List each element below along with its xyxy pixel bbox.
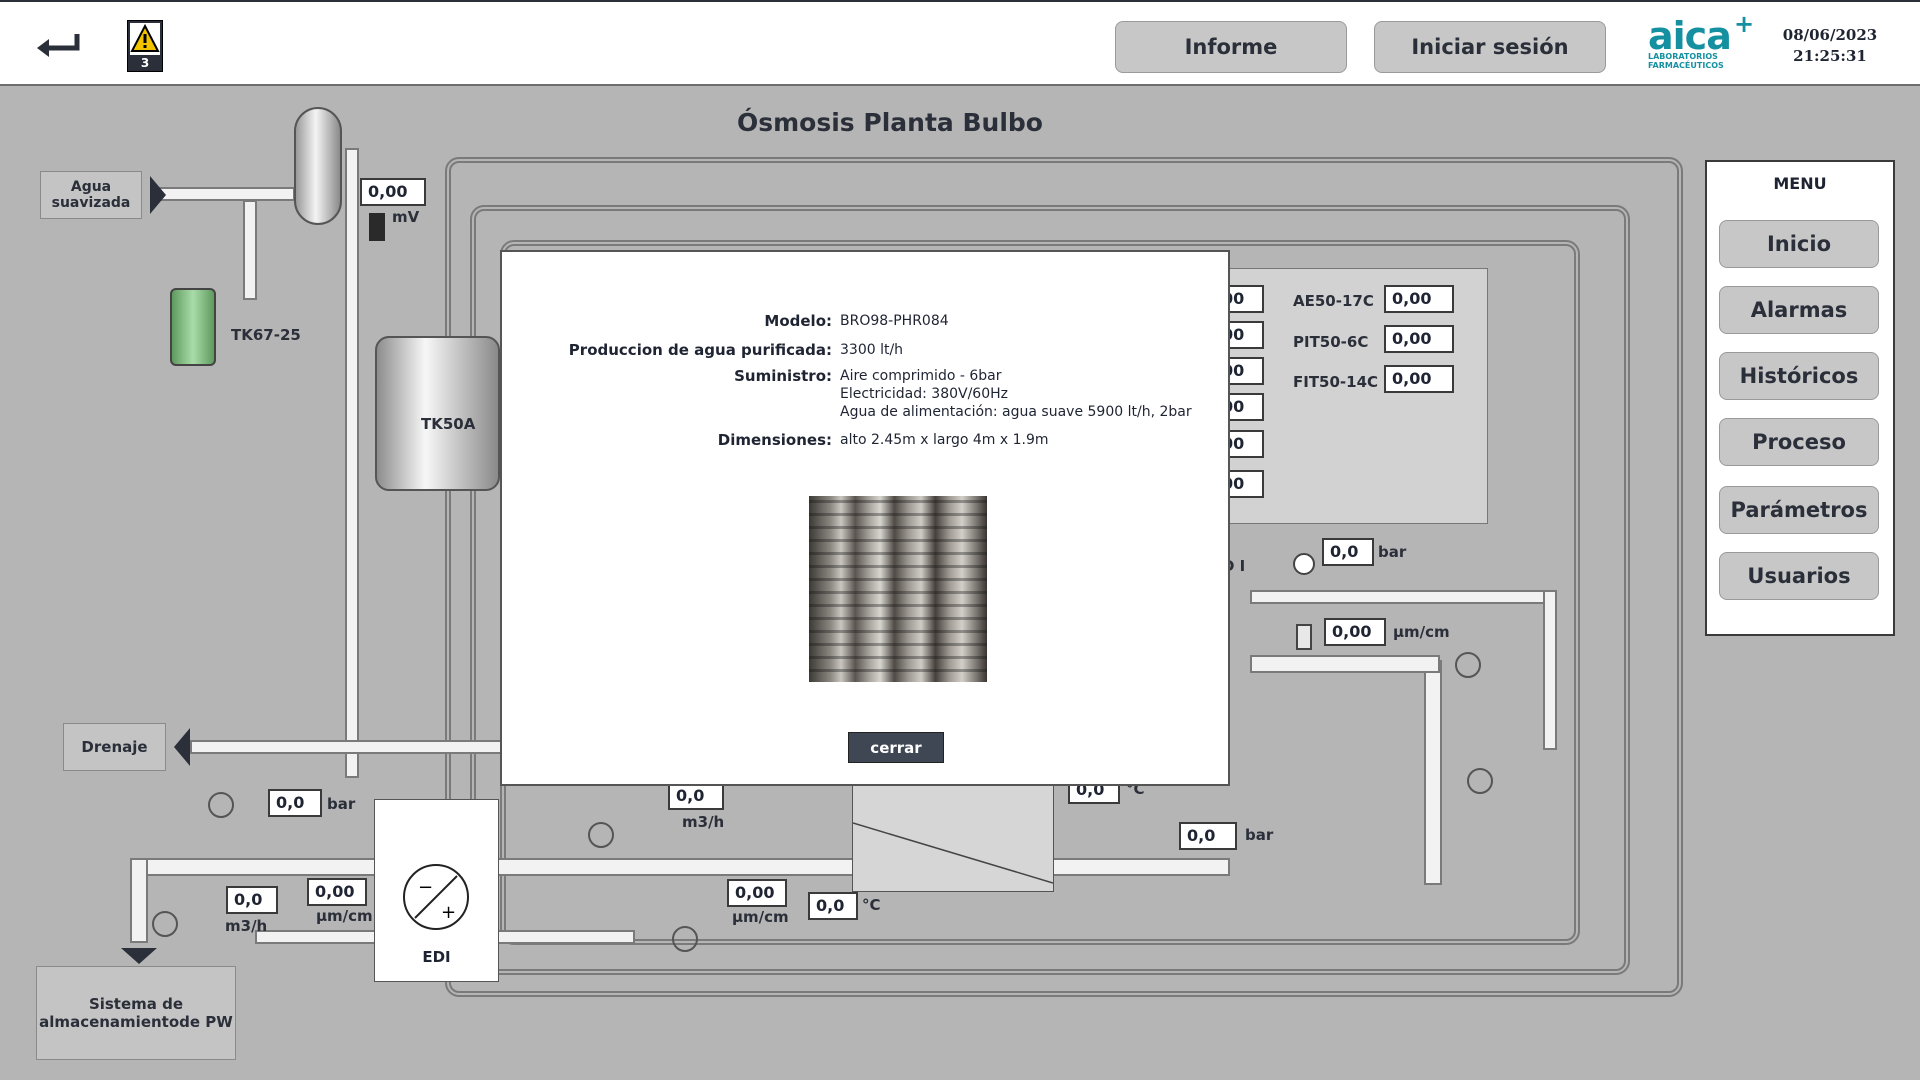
side-menu: MENU Inicio Alarmas Históricos Proceso P… bbox=[1705, 160, 1895, 636]
right-cond-value: 0,00 bbox=[1324, 618, 1386, 646]
pipe-right-drop bbox=[1543, 590, 1557, 750]
pipe-soft-water bbox=[150, 187, 295, 201]
back-arrow-icon[interactable] bbox=[35, 30, 81, 60]
tk67-label: TK67-25 bbox=[231, 326, 301, 344]
tk50a-label: TK50A bbox=[421, 415, 476, 433]
bottom-bar-value-2: 0,0 bbox=[1179, 822, 1237, 850]
mid-flow-value: 0,0 bbox=[668, 782, 724, 810]
storage-arrow-icon bbox=[121, 948, 157, 964]
membrane-unit bbox=[852, 782, 1054, 892]
soft-water-box: Agua suavizada bbox=[40, 171, 142, 219]
mv-unit: mV bbox=[392, 208, 420, 226]
mid-cond-value: 0,00 bbox=[727, 879, 787, 907]
valve-indicator bbox=[152, 911, 178, 937]
storage-box: Sistema de almacenamientode PW bbox=[36, 966, 236, 1060]
model-value: BRO98-PHR084 bbox=[840, 313, 949, 329]
drain-box: Drenaje bbox=[63, 723, 166, 771]
right-bar-unit: bar bbox=[1378, 543, 1407, 561]
pipe-drain bbox=[190, 740, 510, 754]
supply-values: Aire comprimido - 6bar Electricidad: 380… bbox=[840, 368, 1192, 420]
menu-title: MENU bbox=[1773, 174, 1827, 193]
mv-value: 0,00 bbox=[360, 178, 426, 206]
cond-sensor-icon bbox=[1296, 624, 1312, 650]
close-button[interactable]: cerrar bbox=[848, 732, 944, 763]
bottom-cond-value-1: 0,00 bbox=[307, 878, 367, 906]
menu-item-alarmas[interactable]: Alarmas bbox=[1719, 286, 1879, 334]
mid-flow-unit: m3/h bbox=[682, 813, 725, 831]
edi-label: EDI bbox=[422, 948, 451, 966]
menu-item-inicio[interactable]: Inicio bbox=[1719, 220, 1879, 268]
dimensions-label: Dimensiones: bbox=[717, 431, 832, 449]
bottom-bar-value-1: 0,0 bbox=[268, 789, 322, 817]
info-dialog: Modelo: BRO98-PHR084 Produccion de agua … bbox=[500, 250, 1230, 786]
right-cond-unit: µm/cm bbox=[1393, 623, 1450, 641]
fit-value: 0,00 bbox=[1384, 365, 1454, 393]
equipment-photo bbox=[809, 496, 987, 682]
pipe-storage-drop bbox=[130, 858, 148, 943]
dimensions-value: alto 2.45m x largo 4m x 1.9m bbox=[840, 432, 1049, 448]
menu-item-usuarios[interactable]: Usuarios bbox=[1719, 552, 1879, 600]
supply-label: Suministro: bbox=[734, 367, 832, 385]
pipe-right-mid bbox=[1250, 655, 1440, 673]
report-button[interactable]: Informe bbox=[1115, 21, 1347, 73]
pit-tag: PIT50-6C bbox=[1293, 333, 1369, 351]
svg-text:+: + bbox=[441, 902, 456, 923]
vessel-top bbox=[294, 107, 342, 225]
svg-text:−: − bbox=[418, 877, 433, 898]
logo-plus-icon: + bbox=[1734, 10, 1755, 38]
ae-value: 0,00 bbox=[1384, 285, 1454, 313]
valve-indicator bbox=[1455, 652, 1481, 678]
date: 08/06/2023 bbox=[1782, 26, 1878, 44]
bottom-flow-unit-1: m3/h bbox=[225, 917, 268, 935]
tk67-tank bbox=[170, 288, 216, 366]
logo-subtitle: LABORATORIOS FARMACÉUTICOS bbox=[1648, 52, 1724, 70]
bottom-cond-unit-1: µm/cm bbox=[316, 907, 373, 925]
pit-value: 0,00 bbox=[1384, 325, 1454, 353]
valve-indicator bbox=[208, 792, 234, 818]
menu-item-parametros[interactable]: Parámetros bbox=[1719, 486, 1879, 534]
production-value: 3300 lt/h bbox=[840, 342, 904, 358]
page-title: Ósmosis Planta Bulbo bbox=[737, 108, 1043, 137]
menu-item-proceso[interactable]: Proceso bbox=[1719, 418, 1879, 466]
pipe-bottom-main bbox=[130, 858, 1230, 876]
ae-tag: AE50-17C bbox=[1293, 292, 1374, 310]
pipe-right-top bbox=[1250, 590, 1550, 604]
valve-indicator bbox=[1467, 768, 1493, 794]
drain-arrow-icon bbox=[174, 728, 190, 766]
edi-unit: − + EDI bbox=[374, 799, 499, 982]
header-bar: 3 Informe Iniciar sesión aica + LABORATO… bbox=[0, 0, 1920, 86]
datetime: 08/06/2023 21:25:31 bbox=[1760, 25, 1900, 67]
edi-symbol-icon: − + bbox=[403, 864, 469, 930]
alarm-count: 3 bbox=[140, 56, 150, 70]
time: 21:25:31 bbox=[1793, 47, 1867, 65]
temp-value-1: 0,0 bbox=[808, 892, 858, 920]
pipe-vertical-left bbox=[345, 148, 359, 778]
right-bar-value: 0,0 bbox=[1322, 538, 1374, 566]
soft-water-arrow-icon bbox=[150, 176, 166, 214]
bottom-bar-unit-1: bar bbox=[327, 795, 356, 813]
sensor-icon bbox=[369, 213, 385, 241]
pipe-right-vertical bbox=[1424, 660, 1442, 885]
mid-cond-unit: µm/cm bbox=[732, 908, 789, 926]
alarm-warning-icon[interactable]: 3 bbox=[127, 20, 163, 72]
tk50a-tank bbox=[375, 336, 500, 491]
menu-item-historicos[interactable]: Históricos bbox=[1719, 352, 1879, 400]
temp-unit-1: °C bbox=[862, 896, 881, 914]
login-button[interactable]: Iniciar sesión bbox=[1374, 21, 1606, 73]
fit-tag: FIT50-14C bbox=[1293, 373, 1379, 391]
pipe-tk67 bbox=[243, 200, 257, 300]
production-label: Produccion de agua purificada: bbox=[568, 341, 832, 359]
bottom-flow-value-1: 0,0 bbox=[226, 886, 278, 914]
valve-indicator bbox=[672, 926, 698, 952]
bottom-bar-unit-2: bar bbox=[1245, 826, 1274, 844]
valve-indicator bbox=[588, 822, 614, 848]
model-label: Modelo: bbox=[764, 312, 832, 330]
pressure-gauge-icon bbox=[1293, 553, 1315, 575]
